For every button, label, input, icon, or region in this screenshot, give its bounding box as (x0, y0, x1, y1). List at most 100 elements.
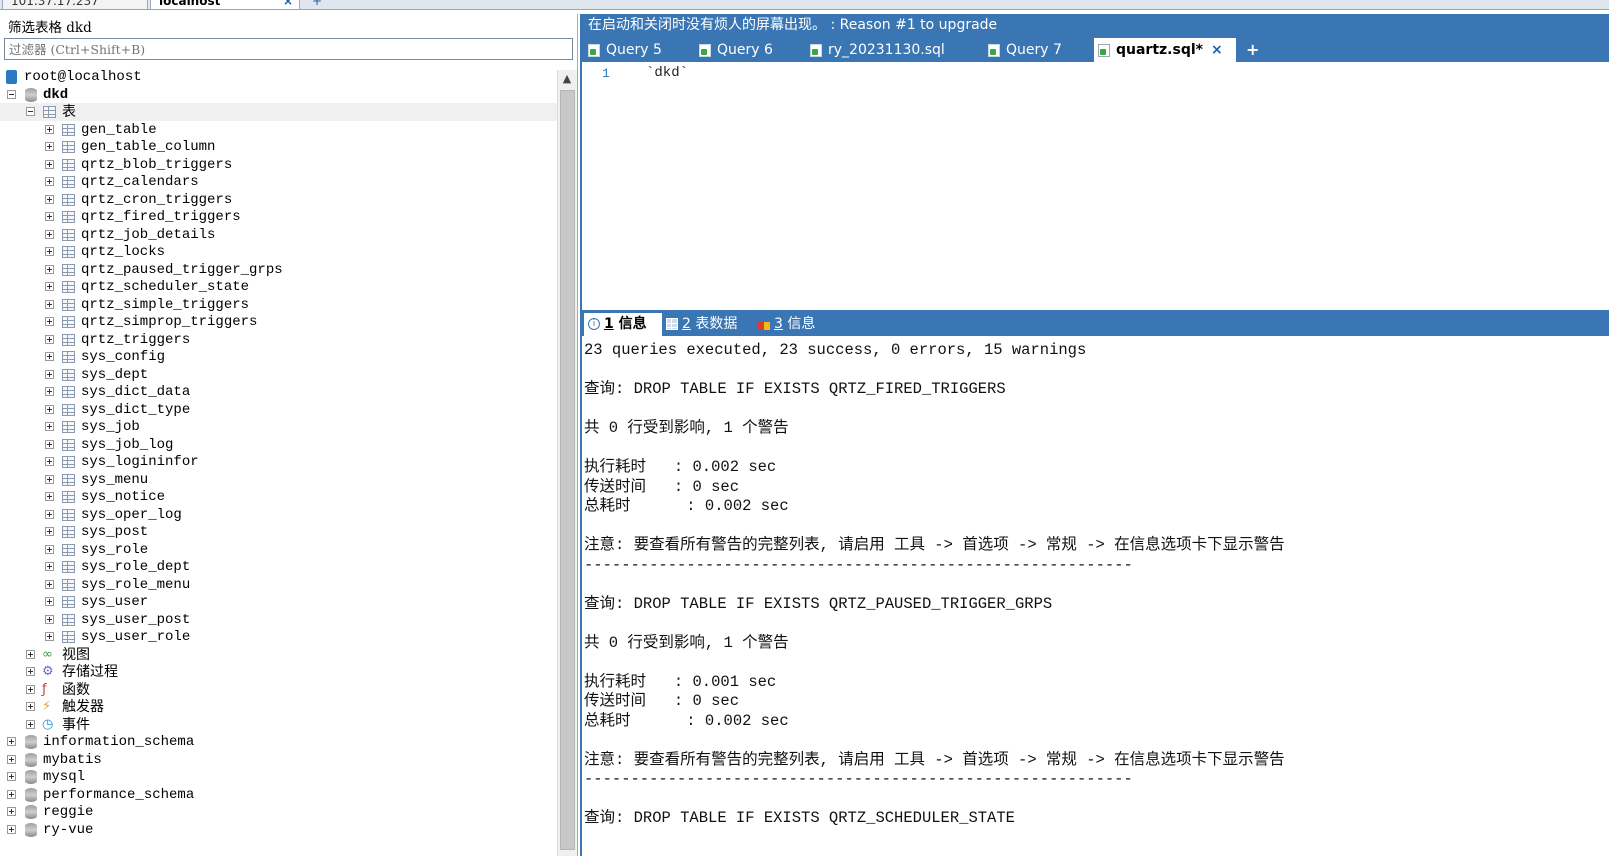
tab-query-5[interactable]: Query 5 (584, 38, 688, 62)
tree-item-table[interactable]: sys_role_menu (0, 576, 557, 594)
tree-item-database[interactable]: mysql (0, 768, 557, 786)
expand-icon[interactable] (45, 562, 54, 571)
tree-item-database[interactable]: information_schema (0, 733, 557, 751)
expand-icon[interactable] (45, 194, 54, 204)
expand-icon[interactable] (7, 754, 16, 764)
expand-icon[interactable] (26, 702, 35, 711)
tree-item-root[interactable]: root@localhost (0, 68, 557, 86)
expand-icon[interactable] (45, 614, 54, 624)
expand-icon[interactable] (26, 667, 35, 676)
expand-icon[interactable] (45, 404, 54, 414)
expand-icon[interactable] (45, 632, 54, 641)
tree-item-folder[interactable]: ƒ 函数 (0, 681, 557, 699)
tree-item-table[interactable]: qrtz_locks (0, 243, 557, 261)
expand-icon[interactable] (45, 264, 54, 274)
tree-item-table[interactable]: qrtz_blob_triggers (0, 156, 557, 174)
tree-item-table[interactable]: qrtz_cron_triggers (0, 191, 557, 209)
connection-tab-remote[interactable]: 101.37.17.237 (2, 0, 148, 9)
expand-icon[interactable] (45, 124, 54, 134)
tree-item-table[interactable]: qrtz_simprop_triggers (0, 313, 557, 331)
new-query-tab-button[interactable]: + (1246, 38, 1259, 62)
tree-item-table[interactable]: gen_table_column (0, 138, 557, 156)
tree-item-table[interactable]: sys_user_role (0, 628, 557, 646)
expand-icon[interactable] (45, 352, 54, 361)
tree-item-table[interactable]: qrtz_paused_trigger_grps (0, 261, 557, 279)
tree-item-table[interactable]: sys_job_log (0, 436, 557, 454)
collapse-icon[interactable] (7, 89, 16, 99)
tree-item-table[interactable]: sys_oper_log (0, 506, 557, 524)
tree-item-database[interactable]: reggie (0, 803, 557, 821)
expand-icon[interactable] (7, 789, 16, 799)
expand-icon[interactable] (45, 247, 54, 256)
tree-item-table[interactable]: sys_dept (0, 366, 557, 384)
tree-item-table[interactable]: gen_table (0, 121, 557, 139)
tab-query-6[interactable]: Query 6 (695, 38, 799, 62)
tab-quartz-sql[interactable]: quartz.sql* × (1094, 38, 1236, 62)
expand-icon[interactable] (45, 282, 54, 291)
expand-icon[interactable] (45, 387, 54, 396)
tree-item-database[interactable]: performance_schema (0, 786, 557, 804)
tree-item-database[interactable]: ry-vue (0, 821, 557, 839)
add-connection-button[interactable]: + (312, 0, 322, 8)
expand-icon[interactable] (7, 772, 16, 781)
sql-editor[interactable]: 1 `dkd` (582, 62, 1609, 324)
tab-ry-sql[interactable]: ry_20231130.sql (806, 38, 986, 62)
scroll-up-icon[interactable]: ▲ (557, 70, 577, 88)
expand-icon[interactable] (45, 492, 54, 501)
tab-table-data[interactable]: 2 表数据 (662, 313, 754, 336)
expand-icon[interactable] (7, 807, 16, 816)
tree-item-table[interactable]: sys_dict_type (0, 401, 557, 419)
close-icon[interactable]: × (283, 0, 293, 8)
expand-icon[interactable] (45, 142, 54, 151)
expand-icon[interactable] (45, 439, 54, 449)
connection-tab-localhost[interactable]: localhost × (150, 0, 300, 9)
expand-icon[interactable] (45, 334, 54, 344)
tree-item-table[interactable]: sys_user (0, 593, 557, 611)
tab-messages-3[interactable]: 3 信息 (754, 313, 834, 336)
expand-icon[interactable] (26, 719, 35, 729)
collapse-icon[interactable] (26, 107, 35, 116)
tree-item-table[interactable]: qrtz_simple_triggers (0, 296, 557, 314)
editor-line[interactable]: `dkd` (646, 65, 688, 81)
tree-item-table[interactable]: sys_role (0, 541, 557, 559)
expand-icon[interactable] (45, 527, 54, 536)
tree-item-folder[interactable]: ◷ 事件 (0, 716, 557, 734)
table-filter-input[interactable] (4, 38, 573, 60)
expand-icon[interactable] (45, 229, 54, 239)
expand-icon[interactable] (26, 649, 35, 659)
expand-icon[interactable] (45, 177, 54, 186)
tree-item-folder[interactable]: ⚡ 触发器 (0, 698, 557, 716)
upgrade-banner[interactable]: 在启动和关闭时没有烦人的屏幕出现。 : Reason #1 to upgrade (588, 15, 997, 35)
expand-icon[interactable] (45, 474, 54, 484)
tree-item-folder[interactable]: ⚙ 存储过程 (0, 663, 557, 681)
tree-item-table[interactable]: qrtz_scheduler_state (0, 278, 557, 296)
tree-item-table[interactable]: sys_logininfor (0, 453, 557, 471)
tree-item-table[interactable]: qrtz_fired_triggers (0, 208, 557, 226)
tree-item-database[interactable]: mybatis (0, 751, 557, 769)
scrollbar-thumb[interactable] (560, 90, 575, 850)
expand-icon[interactable] (45, 422, 54, 431)
expand-icon[interactable] (45, 212, 54, 221)
expand-icon[interactable] (7, 737, 16, 746)
tree-item-tables-folder[interactable]: 表 (0, 103, 557, 121)
tab-query-7[interactable]: Query 7 (984, 38, 1088, 62)
tab-messages-1[interactable]: i1 信息 (584, 313, 662, 336)
expand-icon[interactable] (45, 457, 54, 466)
tree-item-table[interactable]: sys_job (0, 418, 557, 436)
expand-icon[interactable] (45, 299, 54, 309)
expand-icon[interactable] (45, 509, 54, 519)
tree-item-table[interactable]: qrtz_job_details (0, 226, 557, 244)
tree-item-table[interactable]: sys_notice (0, 488, 557, 506)
tree-item-table[interactable]: sys_post (0, 523, 557, 541)
expand-icon[interactable] (45, 159, 54, 169)
tree-item-folder[interactable]: ∞ 视图 (0, 646, 557, 664)
expand-icon[interactable] (45, 597, 54, 606)
tree-item-table[interactable]: sys_menu (0, 471, 557, 489)
expand-icon[interactable] (45, 369, 54, 379)
close-icon[interactable]: × (1211, 42, 1223, 58)
expand-icon[interactable] (45, 544, 54, 554)
expand-icon[interactable] (7, 824, 16, 834)
tree-item-table[interactable]: sys_user_post (0, 611, 557, 629)
tree-item-table[interactable]: qrtz_calendars (0, 173, 557, 191)
tree-item-table[interactable]: qrtz_triggers (0, 331, 557, 349)
